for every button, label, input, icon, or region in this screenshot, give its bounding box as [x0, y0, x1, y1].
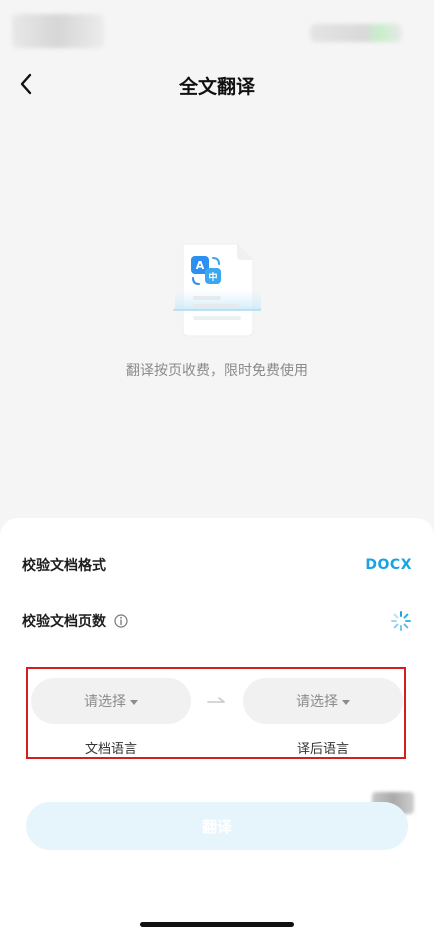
home-indicator: [140, 922, 294, 927]
format-check-value: DOCX: [365, 557, 412, 573]
target-language-label: 译后语言: [296, 742, 349, 757]
translate-document-icon: A 中: [173, 243, 261, 337]
page-check-label: 校验文档页数: [22, 614, 106, 630]
document-translate-illustration: A 中: [165, 238, 269, 342]
info-icon[interactable]: [114, 614, 128, 628]
source-language-label: 文档语言: [84, 742, 137, 757]
format-check-row: 校验文档格式 DOCX: [22, 551, 412, 579]
page-check-label-group: 校验文档页数: [22, 611, 128, 631]
source-language-placeholder: 请选择: [84, 694, 126, 710]
page-check-row: 校验文档页数: [22, 607, 412, 635]
pricing-hint: 翻译按页收费，限时免费使用: [126, 363, 308, 379]
source-language-select[interactable]: 请选择: [31, 678, 191, 724]
format-check-label: 校验文档格式: [22, 558, 106, 574]
caret-down-icon: [342, 699, 350, 705]
translate-button[interactable]: 翻译: [26, 802, 408, 850]
translate-settings-panel: 校验文档格式 DOCX 校验文档页数 请选择 请选择 文档语言 译后语言 翻译: [0, 518, 434, 938]
navigation-bar: 全文翻译: [0, 60, 434, 108]
target-language-select[interactable]: 请选择: [243, 678, 403, 724]
svg-text:A: A: [196, 259, 205, 272]
status-icons-blurred: [310, 24, 402, 42]
loading-spinner-icon: [391, 611, 411, 631]
caret-down-icon: [130, 699, 138, 705]
svg-text:中: 中: [208, 271, 217, 283]
arrow-right-icon: [207, 697, 225, 703]
page-title: 全文翻译: [178, 76, 255, 98]
target-language-placeholder: 请选择: [296, 694, 338, 710]
status-bar: [0, 0, 434, 60]
status-time-blurred: [12, 14, 104, 48]
